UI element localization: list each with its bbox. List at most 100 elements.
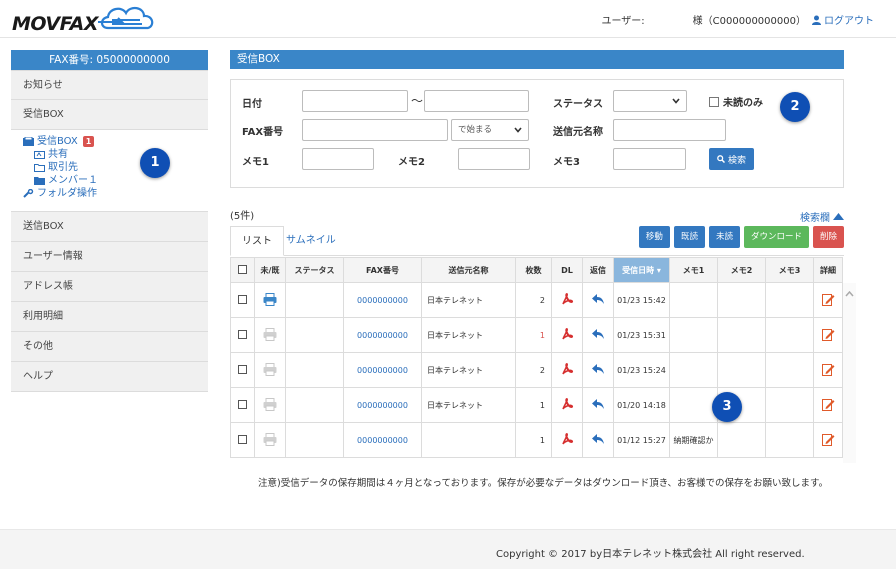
row-checkbox[interactable]: [230, 317, 255, 353]
row-fax-number-link[interactable]: 0000000000: [343, 352, 422, 388]
row-memo3: [765, 422, 814, 458]
read-printer-icon: [254, 387, 286, 423]
date-from-input[interactable]: [302, 90, 408, 112]
tree-shared[interactable]: 共有: [23, 148, 208, 161]
reply-icon[interactable]: [582, 422, 614, 458]
sender-name-input[interactable]: [613, 119, 726, 141]
reply-icon[interactable]: [582, 387, 614, 423]
row-received-date: 01/23 15:31: [613, 317, 670, 353]
date-to-input[interactable]: [424, 90, 529, 112]
sidebar: FAX番号: 05000000000 お知らせ 受信BOX 受信BOX 1 共有…: [11, 50, 208, 392]
reply-icon[interactable]: [582, 317, 614, 353]
mark-unread-button[interactable]: 未読: [708, 226, 740, 248]
select-all-checkbox[interactable]: [230, 257, 255, 283]
mark-read-button[interactable]: 既読: [673, 226, 705, 248]
edit-details-icon[interactable]: [813, 317, 843, 353]
edit-details-icon[interactable]: [813, 422, 843, 458]
row-checkbox[interactable]: [230, 387, 255, 423]
row-pages: 1: [515, 422, 552, 458]
sidebar-item-outbox[interactable]: 送信BOX: [11, 212, 208, 242]
col-memo1[interactable]: メモ1: [669, 257, 718, 283]
logout-link[interactable]: ログアウト: [812, 12, 874, 27]
pdf-download-icon[interactable]: [551, 422, 583, 458]
footer: Copyright © 2017 by日本テレネット株式会社 All right…: [0, 529, 896, 569]
table-scrollbar[interactable]: [843, 283, 856, 463]
status-select[interactable]: [613, 90, 687, 112]
sidebar-item-inbox[interactable]: 受信BOX: [11, 100, 208, 130]
memo2-input[interactable]: [458, 148, 530, 170]
fax-match-select[interactable]: で始まる: [451, 119, 529, 141]
row-fax-number-link[interactable]: 0000000000: [343, 317, 422, 353]
sidebar-item-help[interactable]: ヘルプ: [11, 362, 208, 392]
col-sender-name[interactable]: 送信元名称: [421, 257, 516, 283]
col-pages[interactable]: 枚数: [515, 257, 552, 283]
row-sender-name: 日本テレネット: [421, 352, 516, 388]
row-fax-number-link[interactable]: 0000000000: [343, 282, 422, 318]
table-row[interactable]: 0000000000 日本テレネット 1 01/20 14:18: [230, 387, 843, 423]
reply-icon[interactable]: [582, 282, 614, 318]
date-label: 日付: [242, 99, 262, 110]
table-row[interactable]: 0000000000 日本テレネット 2 01/23 15:42: [230, 282, 843, 318]
copyright: Copyright © 2017 by日本テレネット株式会社 All right…: [496, 549, 805, 560]
edit-details-icon[interactable]: [813, 282, 843, 318]
edit-details-icon[interactable]: [813, 387, 843, 423]
table-row[interactable]: 0000000000 日本テレネット 1 01/23 15:31: [230, 317, 843, 353]
col-fax-number[interactable]: FAX番号: [343, 257, 422, 283]
pdf-download-icon[interactable]: [551, 317, 583, 353]
col-memo2[interactable]: メモ2: [717, 257, 766, 283]
col-reply[interactable]: 返信: [582, 257, 614, 283]
row-checkbox[interactable]: [230, 282, 255, 318]
sender-name-label: 送信元名称: [553, 127, 603, 138]
tab-thumbnail[interactable]: サムネイル: [275, 226, 347, 256]
memo1-input[interactable]: [302, 148, 374, 170]
row-fax-number-link[interactable]: 0000000000: [343, 422, 422, 458]
scroll-up-icon[interactable]: [845, 291, 854, 297]
tree-member[interactable]: メンバー１: [23, 174, 208, 187]
row-memo1: [669, 317, 718, 353]
sidebar-item-address-book[interactable]: アドレス帳: [11, 272, 208, 302]
tree-folder-ops[interactable]: フォルダ操作: [23, 187, 208, 200]
move-button[interactable]: 移動: [638, 226, 670, 248]
memo3-input[interactable]: [613, 148, 686, 170]
tree-clients[interactable]: 取引先: [23, 161, 208, 174]
row-memo3: [765, 352, 814, 388]
table-row[interactable]: 0000000000 1 01/12 15:27 納期確認か: [230, 422, 843, 458]
row-checkbox[interactable]: [230, 422, 255, 458]
search-button[interactable]: 検索: [709, 148, 754, 170]
row-pages: 2: [515, 352, 552, 388]
row-fax-number-link[interactable]: 0000000000: [343, 387, 422, 423]
col-download[interactable]: DL: [551, 257, 583, 283]
col-received-date[interactable]: 受信日時 ▾: [613, 257, 670, 283]
row-status: [285, 387, 344, 423]
col-read-status[interactable]: 未/既: [254, 257, 286, 283]
pdf-download-icon[interactable]: [551, 282, 583, 318]
search-toggle-link[interactable]: 検索欄: [800, 209, 844, 224]
result-count: (5件): [230, 211, 255, 222]
row-pages: 1: [515, 317, 552, 353]
memo3-label: メモ3: [553, 157, 580, 168]
download-button[interactable]: ダウンロード: [743, 226, 809, 248]
sidebar-item-news[interactable]: お知らせ: [11, 70, 208, 100]
reply-icon[interactable]: [582, 352, 614, 388]
sidebar-item-user-info[interactable]: ユーザー情報: [11, 242, 208, 272]
col-details[interactable]: 詳細: [813, 257, 843, 283]
row-received-date: 01/12 15:27: [613, 422, 670, 458]
col-status[interactable]: ステータス: [285, 257, 344, 283]
sidebar-item-other[interactable]: その他: [11, 332, 208, 362]
table-row[interactable]: 0000000000 日本テレネット 2 01/23 15:24: [230, 352, 843, 388]
pdf-download-icon[interactable]: [551, 387, 583, 423]
sidebar-item-usage[interactable]: 利用明細: [11, 302, 208, 332]
movfax-logo[interactable]: MOVFAX: [12, 2, 162, 36]
user-label: ユーザー:: [601, 16, 645, 27]
row-memo3: [765, 317, 814, 353]
edit-details-icon[interactable]: [813, 352, 843, 388]
unread-only-checkbox[interactable]: 未読のみ: [709, 94, 763, 109]
delete-button[interactable]: 削除: [812, 226, 844, 248]
tree-inbox[interactable]: 受信BOX 1: [23, 135, 208, 148]
folder-open-icon: [34, 164, 45, 172]
col-memo3[interactable]: メモ3: [765, 257, 814, 283]
status-label: ステータス: [553, 99, 603, 110]
row-checkbox[interactable]: [230, 352, 255, 388]
pdf-download-icon[interactable]: [551, 352, 583, 388]
fax-number-input[interactable]: [302, 119, 448, 141]
